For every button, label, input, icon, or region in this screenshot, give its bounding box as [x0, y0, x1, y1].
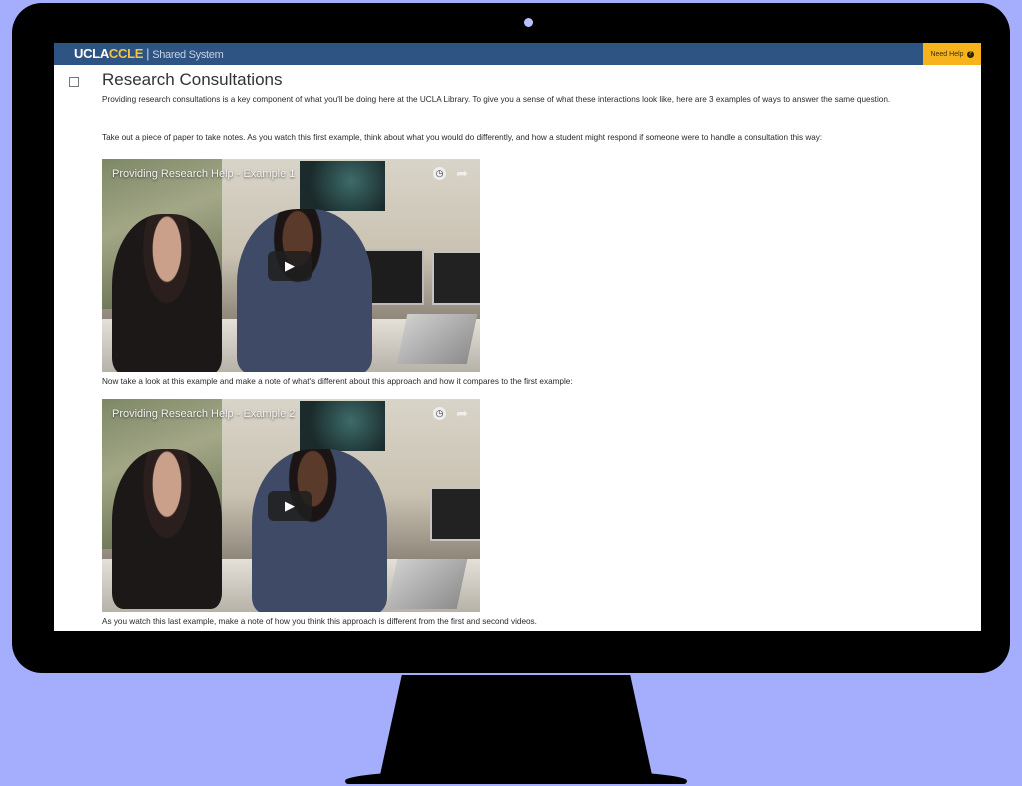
- thumb-monitor-2: [432, 251, 480, 305]
- completion-checkbox[interactable]: [69, 77, 79, 87]
- page-title: Research Consultations: [102, 70, 283, 89]
- thumb-laptop: [396, 314, 478, 364]
- share-icon[interactable]: ➦: [456, 405, 468, 422]
- thumb-poster: [300, 161, 385, 211]
- play-icon[interactable]: ▶: [268, 491, 312, 521]
- share-icon[interactable]: ➦: [456, 165, 468, 182]
- brand-ccle: CCLE: [108, 46, 144, 61]
- need-help-label: Need Help: [930, 50, 964, 58]
- monitor-stand: [380, 675, 652, 775]
- video-player-2[interactable]: Providing Research Help - Example 2 ◷ ➦ …: [102, 399, 480, 612]
- top-navbar: UCLACCLE | Shared System Need Help ?: [54, 43, 981, 65]
- brand-subtitle: Shared System: [152, 49, 224, 61]
- screen: UCLACCLE | Shared System Need Help ? Resea…: [54, 43, 981, 631]
- thumb-laptop: [386, 559, 468, 609]
- need-help-button[interactable]: Need Help ?: [923, 43, 981, 65]
- camera-dot: [524, 18, 533, 27]
- video-player-1[interactable]: Providing Research Help - Example 1 ◷ ➦ …: [102, 159, 480, 372]
- help-icon: ?: [966, 50, 974, 58]
- thumb-person-1: [112, 449, 222, 609]
- thumb-monitor-2: [430, 487, 480, 541]
- monitor-base: [345, 770, 687, 784]
- thumb-person-2: [252, 449, 387, 612]
- instruction-text-1: Take out a piece of paper to take notes.…: [102, 133, 823, 142]
- thumb-person-1: [112, 214, 222, 372]
- instruction-text-2: Now take a look at this example and make…: [102, 377, 573, 386]
- thumb-person-2: [237, 209, 372, 372]
- brand-ucla: UCLA: [74, 46, 109, 61]
- video-title-2[interactable]: Providing Research Help - Example 2: [112, 408, 295, 420]
- play-icon[interactable]: ▶: [268, 251, 312, 281]
- clock-icon[interactable]: ◷: [433, 407, 446, 420]
- video-title-1[interactable]: Providing Research Help - Example 1: [112, 168, 295, 180]
- clock-icon[interactable]: ◷: [433, 167, 446, 180]
- instruction-text-3: As you watch this last example, make a n…: [102, 617, 537, 626]
- brand-separator: |: [146, 46, 150, 61]
- intro-text: Providing research consultations is a ke…: [102, 95, 891, 104]
- thumb-poster: [300, 401, 385, 451]
- site-logo[interactable]: UCLACCLE | Shared System: [74, 46, 224, 61]
